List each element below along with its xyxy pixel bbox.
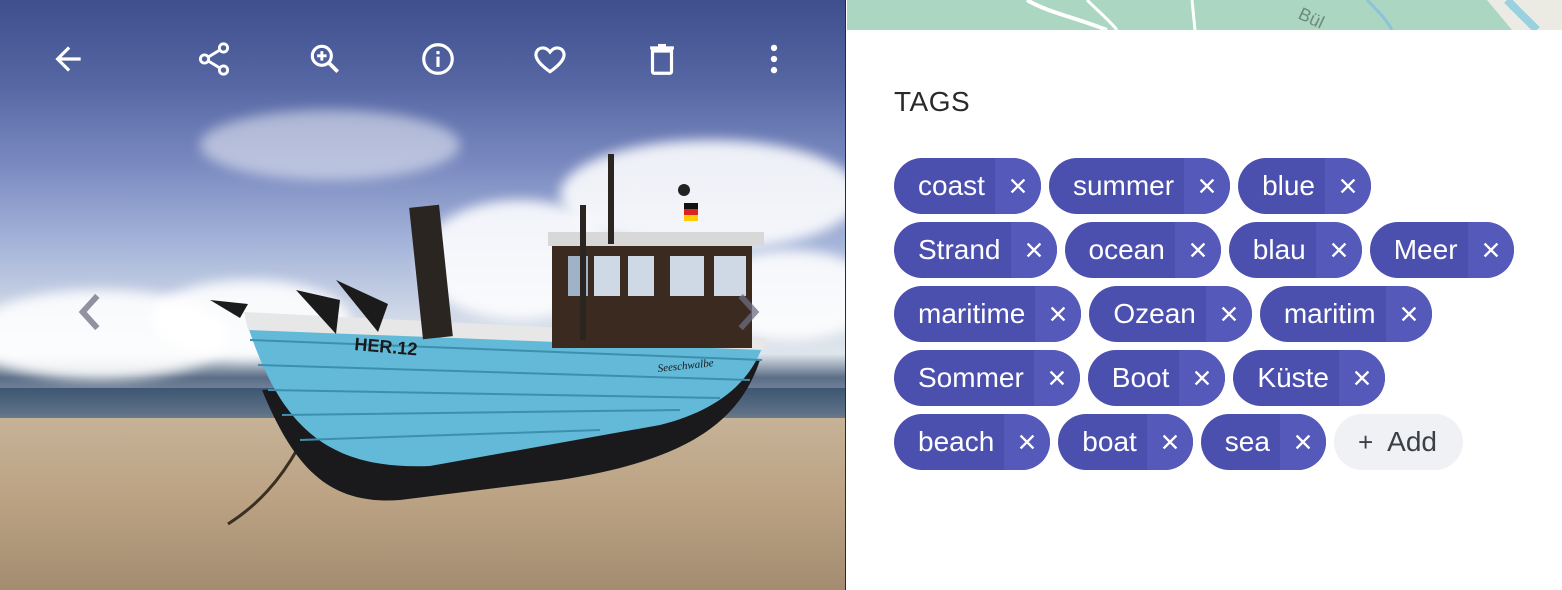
info-panel: Bül TAGS coast summer blue Strand ocean blau M… [847, 0, 1562, 590]
close-icon [1010, 178, 1026, 194]
tags-heading: TAGS [894, 86, 971, 117]
next-photo-button[interactable] [728, 282, 768, 342]
tag-chip-label: Boot [1111, 362, 1170, 393]
close-icon [1199, 178, 1215, 194]
info-icon [422, 43, 454, 75]
info-button[interactable] [415, 36, 461, 82]
close-icon [1020, 434, 1035, 450]
tag-chip-label: Küste [1257, 362, 1330, 393]
remove-tag-button[interactable] [1004, 414, 1051, 470]
favorite-button[interactable] [527, 36, 573, 82]
location-map[interactable]: Bül [847, 0, 1562, 30]
remove-tag-button[interactable] [1385, 286, 1432, 342]
tag-chip-label: coast [918, 170, 985, 201]
tag-chip-label: Strand [918, 234, 1001, 265]
remove-tag-button[interactable] [1035, 286, 1082, 342]
tag-chip[interactable]: blue [1238, 158, 1371, 214]
remove-tag-button[interactable] [1174, 222, 1221, 278]
tag-chip[interactable]: Sommer [894, 350, 1080, 406]
tag-chip[interactable]: maritime [894, 286, 1082, 342]
close-icon [1026, 242, 1041, 258]
tag-list: coast summer blue Strand ocean blau Meer mariti… [894, 158, 1514, 470]
remove-tag-button[interactable] [1467, 222, 1514, 278]
back-button[interactable] [45, 36, 91, 82]
zoom-in-icon [310, 44, 340, 74]
remove-tag-button[interactable] [1033, 350, 1080, 406]
close-icon [1221, 306, 1237, 322]
close-icon [1051, 306, 1066, 322]
tag-chip[interactable]: blau [1228, 222, 1362, 278]
remove-tag-button[interactable] [994, 158, 1041, 214]
close-icon [1401, 306, 1416, 322]
tag-chip[interactable]: Strand [894, 222, 1057, 278]
tag-chip-label: Ozean [1113, 298, 1196, 329]
previous-photo-button[interactable] [70, 282, 110, 342]
delete-button[interactable] [639, 36, 685, 82]
close-icon [1483, 242, 1498, 258]
close-icon [1195, 370, 1210, 386]
tag-chip-label: blau [1252, 234, 1306, 265]
map-roads: Bül [1025, 0, 1562, 30]
heart-icon [534, 46, 566, 74]
tag-chip[interactable]: coast [894, 158, 1041, 214]
tag-chip-label: boat [1082, 426, 1137, 457]
boat-image: HER.12 Seeschwalbe [210, 154, 766, 526]
tag-chip[interactable]: beach [894, 414, 1051, 470]
remove-tag-button[interactable] [1184, 158, 1231, 214]
tag-chip-label: blue [1262, 170, 1315, 201]
close-icon [1049, 370, 1065, 386]
close-icon [1331, 242, 1346, 258]
map-label: Bül [1295, 3, 1327, 30]
tag-chip[interactable]: ocean [1064, 222, 1221, 278]
tag-chip[interactable]: boat [1058, 414, 1193, 470]
plus-icon: + [1357, 426, 1374, 457]
close-icon [1190, 242, 1206, 258]
more-vert-icon [770, 44, 778, 74]
remove-tag-button[interactable] [1010, 222, 1057, 278]
tag-chip-label: summer [1072, 170, 1175, 201]
tag-chip[interactable]: Meer [1369, 222, 1514, 278]
more-button[interactable] [751, 36, 797, 82]
close-icon [1340, 178, 1356, 194]
add-tag-button[interactable]: + Add [1333, 414, 1463, 470]
zoom-in-button[interactable] [302, 36, 348, 82]
tag-chip[interactable]: maritim [1259, 286, 1432, 342]
tag-chip[interactable]: Boot [1087, 350, 1226, 406]
close-icon [1354, 370, 1370, 386]
tag-chip-label: maritim [1283, 298, 1376, 329]
close-icon [1295, 434, 1311, 450]
chevron-right-icon [738, 293, 760, 331]
tag-chip-label: sea [1224, 426, 1270, 457]
tag-chip-label: maritime [918, 298, 1026, 329]
tag-chip-label: beach [918, 426, 995, 457]
share-icon [198, 42, 230, 76]
tag-chip[interactable]: Ozean [1089, 286, 1252, 342]
remove-tag-button[interactable] [1339, 350, 1386, 406]
tag-chip[interactable]: Küste [1233, 350, 1386, 406]
tag-chip-label: ocean [1088, 234, 1165, 265]
chevron-left-icon [78, 293, 100, 331]
remove-tag-button[interactable] [1179, 350, 1226, 406]
share-button[interactable] [191, 36, 237, 82]
tag-chip-label: Meer [1393, 234, 1458, 265]
trash-icon [650, 43, 674, 75]
remove-tag-button[interactable] [1315, 222, 1362, 278]
arrow-left-icon [55, 46, 81, 72]
add-tag-label: Add [1387, 426, 1437, 457]
remove-tag-button[interactable] [1325, 158, 1371, 214]
remove-tag-button[interactable] [1279, 414, 1326, 470]
tag-chip[interactable]: sea [1200, 414, 1326, 470]
tag-chip[interactable]: summer [1048, 158, 1231, 214]
remove-tag-button[interactable] [1146, 414, 1193, 470]
remove-tag-button[interactable] [1205, 286, 1252, 342]
tag-chip-label: Sommer [918, 362, 1024, 393]
photo-viewer: HER.12 Seeschwalbe [0, 0, 846, 590]
close-icon [1162, 434, 1178, 450]
